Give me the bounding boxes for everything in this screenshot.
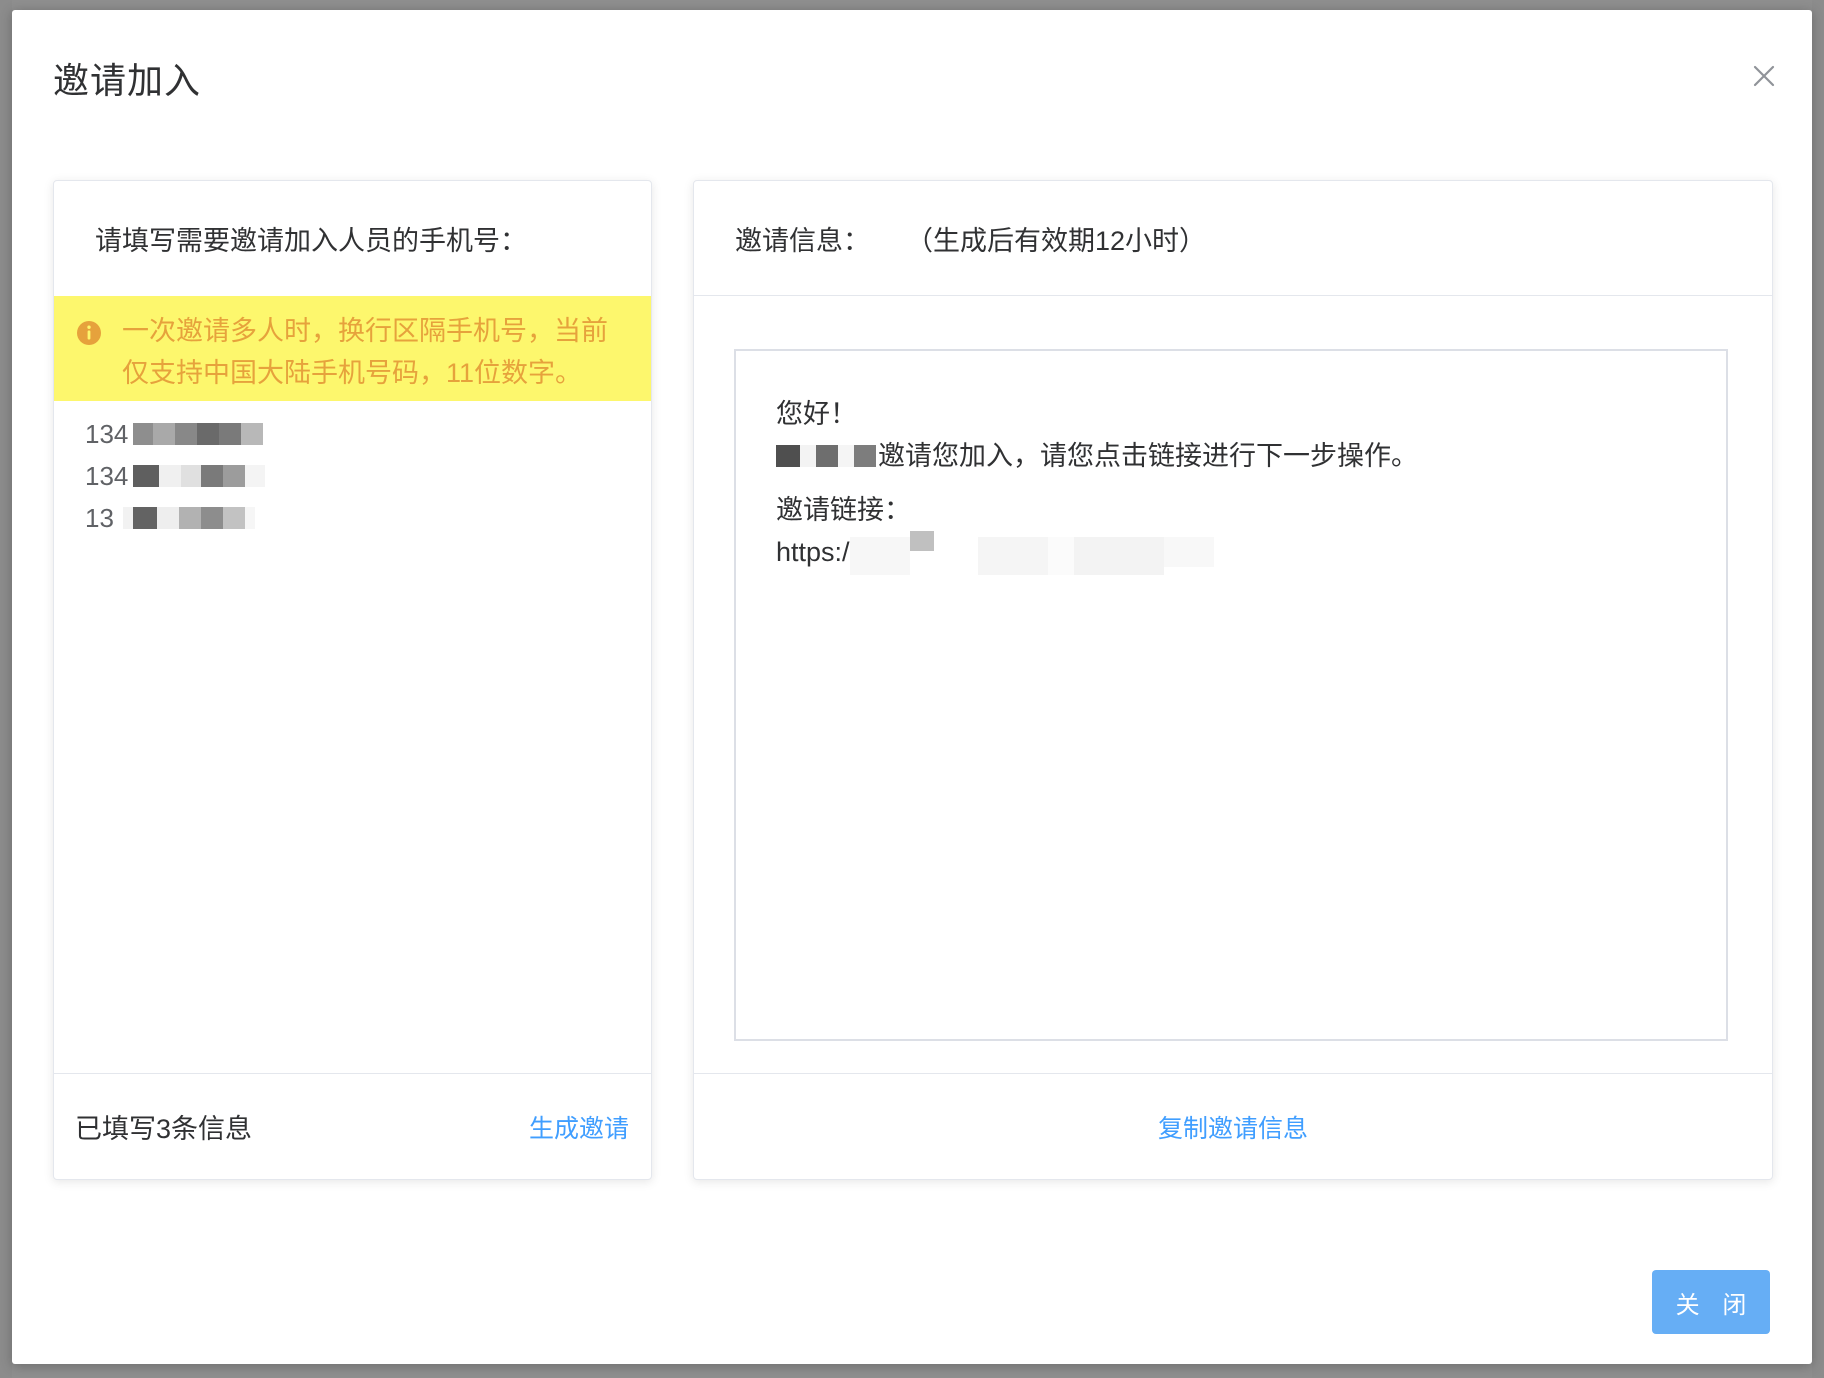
- phone-panel-footer: 已填写3条信息 生成邀请: [54, 1073, 651, 1179]
- close-icon[interactable]: [1746, 58, 1782, 94]
- redacted-mosaic: [776, 444, 876, 467]
- phone-entry: 134: [85, 413, 625, 455]
- invite-panel-footer: 复制邀请信息: [694, 1073, 1772, 1179]
- warning-alert: 一次邀请多人时，换行区隔手机号，当前仅支持中国大陆手机号码，11位数字。: [54, 296, 651, 401]
- backdrop-right-edge: [1812, 0, 1824, 1378]
- phone-input-panel: 请填写需要邀请加入人员的手机号： 一次邀请多人时，换行区隔手机号，当前仅支持中国…: [53, 180, 652, 1180]
- warning-text: 一次邀请多人时，换行区隔手机号，当前仅支持中国大陆手机号码，11位数字。: [122, 316, 608, 388]
- close-button[interactable]: 关 闭: [1652, 1270, 1770, 1334]
- invite-text-line: 邀请您加入，请您点击链接进行下一步操作。: [776, 435, 1686, 477]
- backdrop-left-edge: [0, 0, 12, 1378]
- greeting-line: 您好！: [776, 399, 857, 429]
- redacted-url: [849, 530, 1214, 575]
- phone-entry: 13: [85, 497, 625, 539]
- phone-prefix: 13: [85, 503, 114, 533]
- redacted-mosaic: [123, 507, 255, 529]
- phone-panel-header: 请填写需要邀请加入人员的手机号：: [95, 226, 527, 256]
- phone-textarea[interactable]: 134 134 13: [85, 413, 625, 539]
- phone-prefix: 134: [85, 461, 129, 491]
- invite-link-line: https:/: [776, 530, 1686, 575]
- invite-text: 邀请您加入，请您点击链接进行下一步操作。: [878, 441, 1418, 471]
- generate-invite-button[interactable]: 生成邀请: [529, 1109, 629, 1145]
- invite-header-label: 邀请信息：: [735, 225, 870, 256]
- redacted-mosaic: [133, 465, 265, 487]
- invite-dialog: 邀请加入 请填写需要邀请加入人员的手机号： 一次邀请多人时，换行区隔手机号，当前…: [12, 10, 1812, 1364]
- dialog-title: 邀请加入: [53, 60, 202, 101]
- phone-entry: 134: [85, 455, 625, 497]
- invite-message-box[interactable]: 您好！ 邀请您加入，请您点击链接进行下一步操作。 邀请链接： https:/: [734, 349, 1728, 1041]
- copy-invite-button[interactable]: 复制邀请信息: [1158, 1109, 1308, 1145]
- link-prefix: https:/: [776, 537, 850, 567]
- link-label-line: 邀请链接：: [776, 495, 911, 525]
- invite-info-panel: 邀请信息： （生成后有效期12小时） 您好！ 邀请您加入，请您点击链接进行下一步…: [693, 180, 1773, 1180]
- redacted-mosaic: [133, 423, 263, 445]
- invite-panel-header: 邀请信息： （生成后有效期12小时）: [694, 181, 1772, 296]
- validity-note: （生成后有效期12小时）: [906, 225, 1207, 256]
- phone-prefix: 134: [85, 419, 129, 449]
- info-circle-icon: [76, 316, 102, 345]
- filled-count: 已填写3条信息: [75, 1114, 253, 1144]
